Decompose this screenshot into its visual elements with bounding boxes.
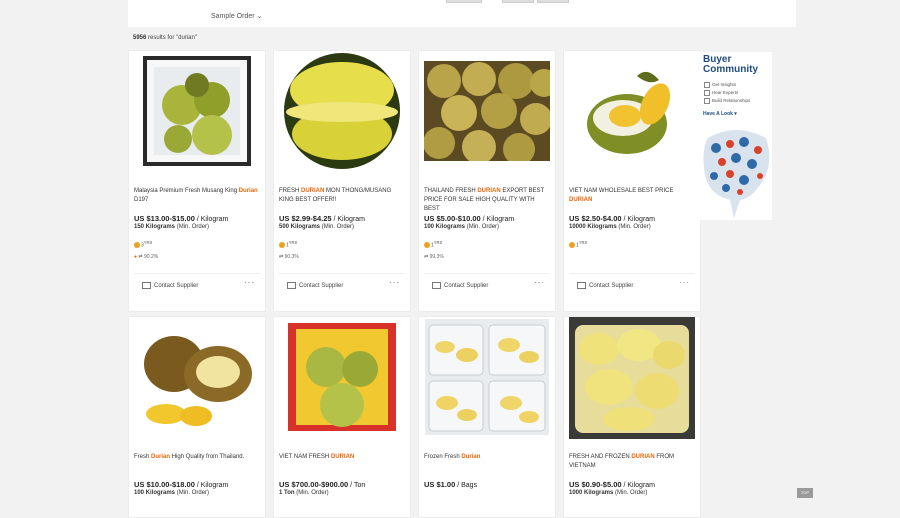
envelope-icon xyxy=(287,282,296,289)
toolbar-button-c[interactable] xyxy=(537,0,569,3)
product-image[interactable] xyxy=(129,51,265,171)
response-rate: ⇄ 99.3% xyxy=(424,254,444,260)
product-card[interactable]: VIET NAM WHOLESALE BEST PRICE DURIAN US … xyxy=(563,50,701,312)
pin-icon: ● xyxy=(134,254,138,260)
toolbar-button-b[interactable] xyxy=(502,0,534,3)
envelope-icon xyxy=(432,282,441,289)
response-rate: ● ⇄ 90.2% xyxy=(134,254,159,260)
product-title[interactable]: Fresh Durian High Quality from Thailand. xyxy=(134,453,260,462)
divider xyxy=(424,273,550,274)
envelope-icon xyxy=(142,282,151,289)
supplier-years-badge: 1YRS xyxy=(424,240,442,249)
min-order: 10000 Kilograms (Min. Order) xyxy=(569,224,651,230)
results-number: 5956 xyxy=(133,35,147,41)
envelope-icon xyxy=(577,282,586,289)
product-price: US $2.50-$4.00 / Kilogram xyxy=(569,214,656,223)
more-options-icon[interactable]: ··· xyxy=(389,278,400,287)
medal-icon xyxy=(134,242,140,249)
product-card[interactable]: FRESH AND FROZEN DURIAN FROM VIETNAM US … xyxy=(563,316,701,518)
medal-icon xyxy=(424,242,430,249)
buyer-community-item: Build Relationships xyxy=(704,98,750,104)
product-image[interactable] xyxy=(274,51,410,171)
product-title[interactable]: FRESH DURIAN MON THONG/MUSANG KING BEST … xyxy=(279,187,405,205)
divider xyxy=(569,273,695,274)
buyer-community-item: Get Insights xyxy=(704,82,736,88)
product-card[interactable]: Fresh Durian High Quality from Thailand.… xyxy=(128,316,266,518)
product-title[interactable]: Frozen Fresh Durian xyxy=(424,453,550,462)
min-order: 100 Kilograms (Min. Order) xyxy=(134,490,210,496)
product-image[interactable] xyxy=(564,51,700,171)
more-options-icon[interactable]: ··· xyxy=(534,278,545,287)
supplier-years-badge: 3YRS xyxy=(134,240,152,249)
contact-supplier-button[interactable]: Contact Supplier xyxy=(142,282,198,289)
toolbar-button-a[interactable] xyxy=(446,0,482,3)
sort-dropdown[interactable]: Sample Order ⌄ xyxy=(211,12,262,20)
product-price: US $1.00 / Bags xyxy=(424,480,478,489)
product-price: US $13.00-$15.00 / Kilogram xyxy=(134,214,229,223)
medal-icon xyxy=(279,242,285,249)
chevron-down-icon: ⌄ xyxy=(256,13,263,20)
product-price: US $0.90-$5.00 / Kilogram xyxy=(569,480,656,489)
product-price: US $2.99-$4.25 / Kilogram xyxy=(279,214,366,223)
more-options-icon[interactable]: ··· xyxy=(679,278,690,287)
contact-supplier-button[interactable]: Contact Supplier xyxy=(577,282,633,289)
have-a-look-link[interactable]: Have A Look ▾ xyxy=(703,111,737,117)
supplier-years-badge: 1YRS xyxy=(279,240,297,249)
min-order: 1000 Kilograms (Min. Order) xyxy=(569,490,648,496)
contact-supplier-button[interactable]: Contact Supplier xyxy=(287,282,343,289)
product-card[interactable]: Frozen Fresh Durian US $1.00 / Bags xyxy=(418,316,556,518)
medal-icon xyxy=(569,242,575,249)
divider xyxy=(279,273,405,274)
buyer-community-item: Hear Experts xyxy=(704,90,738,96)
product-title[interactable]: FRESH AND FROZEN DURIAN FROM VIETNAM xyxy=(569,453,695,471)
product-title[interactable]: VIET NAM FRESH DURIAN xyxy=(279,453,405,462)
buyer-community-title: Buyer Community xyxy=(703,54,758,75)
product-title[interactable]: Malaysia Premium Fresh Musang King Duria… xyxy=(134,187,260,205)
supplier-years-badge: 1YRS xyxy=(569,240,587,249)
product-price: US $5.00-$10.00 / Kilogram xyxy=(424,214,515,223)
product-card[interactable]: VIET NAM FRESH DURIAN US $700.00-$900.00… xyxy=(273,316,411,518)
product-title[interactable]: VIET NAM WHOLESALE BEST PRICE DURIAN xyxy=(569,187,695,205)
min-order: 500 Kilograms (Min. Order) xyxy=(279,224,355,230)
product-price: US $700.00-$900.00 / Ton xyxy=(279,480,366,489)
divider xyxy=(134,273,260,274)
min-order: 100 Kilograms (Min. Order) xyxy=(424,224,500,230)
min-order: 1 Ton (Min. Order) xyxy=(279,490,329,496)
check-icon xyxy=(704,82,710,88)
sort-label: Sample Order xyxy=(211,13,255,20)
product-image[interactable] xyxy=(129,317,265,437)
product-image[interactable] xyxy=(564,317,700,439)
back-to-top-button[interactable]: TOP xyxy=(797,488,813,498)
speech-bubble-graphic xyxy=(703,130,770,218)
product-card[interactable]: FRESH DURIAN MON THONG/MUSANG KING BEST … xyxy=(273,50,411,312)
product-image[interactable] xyxy=(274,317,410,437)
product-card[interactable]: THAILAND FRESH DURIAN EXPORT BEST PRICE … xyxy=(418,50,556,312)
response-rate: ⇄ 90.3% xyxy=(279,254,299,260)
results-count: 5956 results for "durian" xyxy=(133,35,197,41)
check-icon xyxy=(704,98,710,104)
buyer-community-banner[interactable]: Buyer Community Get Insights Hear Experts… xyxy=(700,52,772,220)
more-options-icon[interactable]: ··· xyxy=(244,278,255,287)
check-icon xyxy=(704,90,710,96)
results-text: results for "durian" xyxy=(146,35,197,41)
product-image[interactable] xyxy=(419,51,555,171)
product-card[interactable]: Malaysia Premium Fresh Musang King Duria… xyxy=(128,50,266,312)
contact-supplier-button[interactable]: Contact Supplier xyxy=(432,282,488,289)
product-image[interactable] xyxy=(419,317,555,437)
product-title[interactable]: THAILAND FRESH DURIAN EXPORT BEST PRICE … xyxy=(424,187,550,214)
product-price: US $10.00-$18.00 / Kilogram xyxy=(134,480,229,489)
min-order: 150 Kilograms (Min. Order) xyxy=(134,224,210,230)
